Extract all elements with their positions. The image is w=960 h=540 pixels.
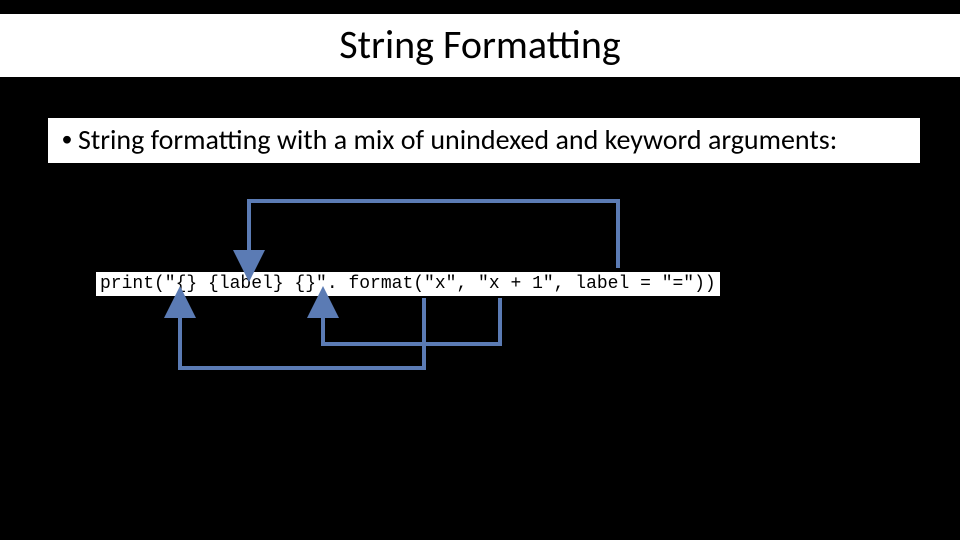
slide-title: String Formatting (0, 14, 960, 77)
bullet-text: String formatting with a mix of unindexe… (78, 122, 912, 157)
slide: String Formatting • String formatting wi… (0, 0, 960, 540)
bullet-dot: • (56, 122, 78, 156)
diagram-arrows (0, 0, 960, 540)
code-line: print("{} {label} {}". format("x", "x + … (96, 272, 720, 296)
bullet-item: • String formatting with a mix of uninde… (48, 118, 920, 163)
